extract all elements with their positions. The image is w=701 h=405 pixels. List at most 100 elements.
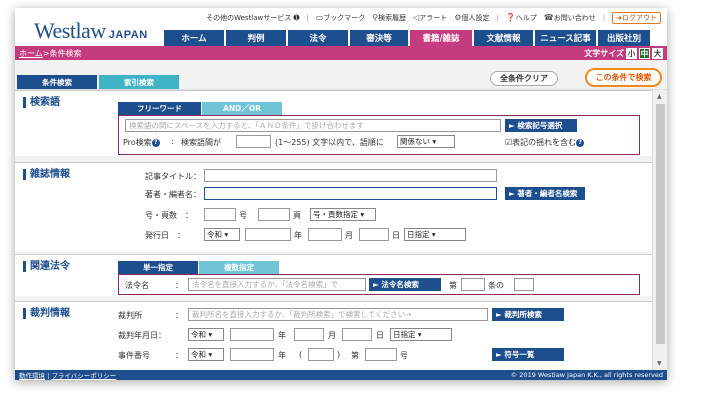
westlaw-logo[interactable]: Westlaw JAPAN bbox=[34, 18, 148, 44]
subarticle-input[interactable] bbox=[514, 278, 534, 291]
article-title-label: 記事タイトル： bbox=[145, 172, 201, 181]
contact-link[interactable]: ☎お問い合わせ bbox=[544, 13, 596, 23]
article-title-input[interactable] bbox=[204, 169, 497, 182]
font-large-button[interactable]: 大 bbox=[652, 47, 663, 59]
scrollbar-thumb[interactable] bbox=[656, 104, 665, 344]
bookmark-link[interactable]: ▭ブックマーク bbox=[316, 13, 366, 23]
font-medium-button[interactable]: 中 bbox=[639, 47, 650, 59]
help-icon[interactable]: ? bbox=[576, 138, 585, 147]
judgment-day-input[interactable] bbox=[342, 328, 372, 341]
settings-link[interactable]: ⚙個人設定 bbox=[454, 13, 489, 23]
issue-page-select[interactable]: 号・頁数指定 ▾ bbox=[310, 208, 376, 221]
logout-button[interactable]: ➜ログアウト bbox=[612, 12, 661, 24]
tab-and-or[interactable]: AND／OR bbox=[202, 102, 282, 115]
tab-laws[interactable]: 法令 bbox=[288, 30, 348, 46]
scroll-up-icon[interactable]: ▲ bbox=[657, 93, 662, 100]
pro-text-order: (1〜255) 文字以内で、語順に bbox=[275, 138, 384, 147]
judgment-month-input[interactable] bbox=[294, 328, 324, 341]
keyword-input[interactable]: 検索語の間にスペースを入力すると、「ＡＮＤ条件」で掛け合わせます bbox=[125, 119, 501, 132]
author-search-button[interactable]: ► 著者・編者名検索 bbox=[505, 187, 585, 200]
tab-home[interactable]: ホーム bbox=[164, 30, 224, 46]
author-input[interactable] bbox=[204, 187, 497, 200]
other-services-link[interactable]: その他のWestlawサービス ➊ bbox=[206, 13, 299, 23]
breadcrumb-home[interactable]: ホーム bbox=[19, 48, 43, 59]
publish-day-input[interactable] bbox=[359, 228, 389, 241]
environment-link[interactable]: 動作環境 bbox=[19, 372, 45, 380]
tab-cases[interactable]: 判例 bbox=[226, 30, 286, 46]
search-form: 検索語 フリーワード AND／OR 検索語の間にスペースを入力すると、「ＡＮＤ条… bbox=[15, 90, 652, 370]
alert-link[interactable]: ◁アラート bbox=[413, 13, 447, 23]
history-link[interactable]: ⚲検索履歴 bbox=[372, 13, 406, 23]
year-unit: 年 bbox=[278, 331, 286, 340]
court-search-button[interactable]: ► 裁判所検索 bbox=[492, 308, 564, 321]
law-name-label: 法令名 bbox=[125, 281, 149, 290]
help-icon[interactable]: ? bbox=[151, 138, 160, 147]
tab-decisions[interactable]: 審決等 bbox=[350, 30, 408, 46]
breadcrumb: ホーム > 条件検索 文字サイズ 小 中 大 bbox=[15, 46, 667, 60]
publish-era-select[interactable]: 令和 ▾ bbox=[204, 228, 240, 241]
search-button[interactable]: この条件で検索 bbox=[585, 68, 662, 87]
tab-single[interactable]: 単一指定 bbox=[118, 261, 198, 274]
publish-year-input[interactable] bbox=[245, 228, 291, 241]
word-order-select[interactable]: 関係ない ▾ bbox=[397, 135, 455, 148]
vertical-scrollbar[interactable]: ▲ ▼ bbox=[652, 90, 667, 370]
month-unit: 月 bbox=[345, 231, 353, 240]
judgment-era-select[interactable]: 令和 ▾ bbox=[188, 328, 224, 341]
privacy-link[interactable]: プライバシーポリシー bbox=[51, 372, 116, 380]
case-code-input[interactable] bbox=[308, 348, 334, 361]
law-name-input[interactable]: 法令名を直接入力するか、「法令名検索」で bbox=[188, 278, 366, 291]
tab-condition-search[interactable]: 条件検索 bbox=[17, 75, 97, 89]
tab-literature[interactable]: 文献情報 bbox=[474, 30, 533, 46]
case-era-select[interactable]: 令和 ▾ bbox=[188, 348, 224, 361]
judgment-year-input[interactable] bbox=[230, 328, 274, 341]
law-section: 関連法令 単一指定 複数指定 法令名 ： 法令名を直接入力するか、「法令名検索」… bbox=[15, 254, 652, 296]
law-heading: 関連法令 bbox=[23, 261, 70, 272]
main-tabs: ホーム 判例 法令 審決等 書籍/雑誌 文献情報 ニュース記事 出版社別 bbox=[164, 30, 650, 46]
tab-index-search[interactable]: 索引検索 bbox=[99, 75, 179, 89]
circle-arrow-icon: ➊ bbox=[291, 14, 300, 22]
help-icon: ❓ bbox=[505, 13, 516, 22]
tab-multiple[interactable]: 複数指定 bbox=[199, 261, 279, 274]
law-search-button[interactable]: ► 法令名検索 bbox=[369, 278, 441, 291]
tab-freeword[interactable]: フリーワード bbox=[118, 102, 201, 115]
article-suffix: 条の bbox=[488, 281, 504, 290]
help-link[interactable]: ❓ヘルプ bbox=[506, 13, 537, 23]
tab-news[interactable]: ニュース記事 bbox=[535, 30, 596, 46]
author-label: 著者・編者名： bbox=[145, 190, 201, 199]
font-small-button[interactable]: 小 bbox=[626, 47, 637, 59]
court-heading: 裁判情報 bbox=[23, 308, 70, 319]
case-number-label: 事件番号 bbox=[118, 351, 150, 360]
symbol-select-button[interactable]: ► 検索記号選択 bbox=[505, 119, 577, 132]
court-label: 裁判所 bbox=[118, 311, 142, 320]
article-input[interactable] bbox=[461, 278, 485, 291]
page-input[interactable] bbox=[258, 208, 290, 221]
law-box: 法令名 ： 法令名を直接入力するか、「法令名検索」で ► 法令名検索 第 条の bbox=[118, 274, 640, 295]
issue-input[interactable] bbox=[204, 208, 236, 221]
court-input[interactable]: 裁判所名を直接入力するか、「裁判所検索」で検索してください→ bbox=[188, 308, 488, 321]
font-size-label: 文字サイズ bbox=[584, 48, 624, 58]
tab-publishers[interactable]: 出版社別 bbox=[598, 30, 650, 46]
tab-books-magazines[interactable]: 書籍/雑誌 bbox=[410, 30, 472, 46]
pro-distance-input[interactable] bbox=[236, 135, 271, 148]
clear-all-button[interactable]: 全条件クリア bbox=[490, 71, 558, 86]
case-year-input[interactable] bbox=[230, 348, 274, 361]
pro-colon: : bbox=[171, 137, 174, 146]
judgment-date-select[interactable]: 日指定 ▾ bbox=[390, 328, 452, 341]
publish-date-select[interactable]: 日指定 ▾ bbox=[404, 228, 466, 241]
scroll-down-icon[interactable]: ▼ bbox=[657, 360, 662, 367]
magazine-section: 雑誌情報 記事タイトル： 著者・編者名： ► 著者・編者名検索 号・頁数 ： 号… bbox=[15, 162, 652, 251]
breadcrumb-current: 条件検索 bbox=[49, 48, 82, 58]
day-unit: 日 bbox=[376, 331, 384, 340]
publish-month-input[interactable] bbox=[308, 228, 342, 241]
code-list-button[interactable]: ► 符号一覧 bbox=[492, 348, 564, 361]
magazine-heading: 雑誌情報 bbox=[23, 169, 70, 180]
case-number-input[interactable] bbox=[365, 348, 397, 361]
law-colon: ： bbox=[175, 281, 183, 290]
fuzzy-checkbox-label[interactable]: ☑表記の揺れを含む? bbox=[505, 137, 585, 148]
issue-unit: 号 bbox=[239, 211, 247, 220]
case-number-unit: 号 bbox=[400, 351, 408, 360]
court-section: 裁判情報 裁判所 ： 裁判所名を直接入力するか、「裁判所検索」で検索してください… bbox=[15, 301, 652, 370]
judgment-date-label: 裁判年月日： bbox=[118, 331, 166, 340]
publish-date-label: 発行日 ： bbox=[145, 231, 185, 240]
footer-sep: | bbox=[47, 372, 50, 380]
